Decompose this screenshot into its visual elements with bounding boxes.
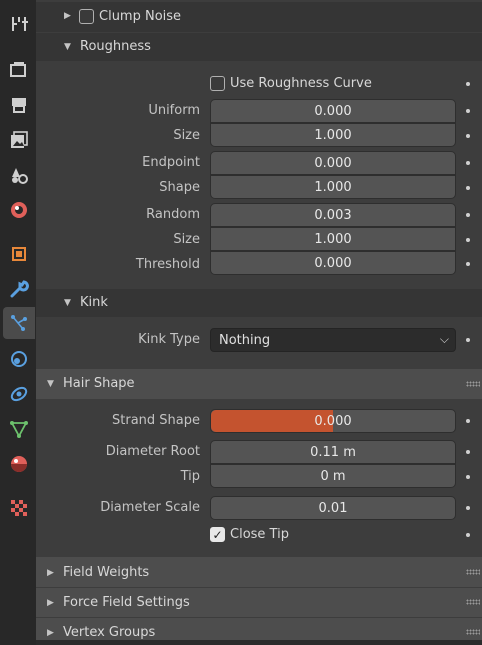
render-icon[interactable] [3, 53, 35, 85]
keyframe-dot-icon[interactable] [466, 186, 470, 190]
constraints-icon[interactable] [3, 378, 35, 410]
diameter-scale-field[interactable]: 0.01 [210, 496, 456, 520]
keyframe-dot-icon[interactable] [466, 262, 470, 266]
properties-panel [36, 0, 482, 645]
keyframe-dot-icon[interactable] [466, 533, 470, 537]
endpoint-field[interactable]: 0.000 [210, 151, 456, 175]
uniform-size-label: Size [173, 128, 200, 143]
uniform-field[interactable]: 0.000 [210, 99, 456, 123]
keyframe-dot-icon[interactable] [466, 450, 470, 454]
random-size-field[interactable]: 1.000 [210, 227, 456, 251]
threshold-value: 0.000 [314, 255, 352, 271]
tip-field[interactable]: 0 m [210, 464, 456, 488]
roughness-title: Roughness [80, 39, 151, 54]
clump-noise-label: Clump Noise [99, 9, 182, 24]
keyframe-dot-icon[interactable] [466, 506, 470, 510]
vertex-groups-title: Vertex Groups [63, 625, 156, 640]
collapse-arrow-icon[interactable]: ▼ [47, 379, 54, 389]
drag-handle-icon[interactable] [466, 381, 480, 387]
use-roughness-curve-label: Use Roughness Curve [230, 76, 372, 91]
use-roughness-curve-checkbox[interactable] [210, 76, 225, 91]
random-value: 0.003 [314, 207, 352, 223]
keyframe-dot-icon[interactable] [466, 475, 470, 479]
view-layer-icon[interactable] [3, 124, 35, 156]
strand-shape-label: Strand Shape [112, 413, 200, 428]
chevron-down-icon: ⌵ [439, 332, 449, 346]
kink-type-dropdown[interactable]: Nothing ⌵ [210, 328, 456, 352]
keyframe-dot-icon[interactable] [466, 238, 470, 242]
collapse-arrow-icon[interactable]: ▼ [64, 298, 71, 308]
drag-handle-icon[interactable] [466, 599, 480, 605]
shape-field[interactable]: 1.000 [210, 175, 456, 199]
collapse-arrow-icon[interactable]: ▼ [64, 42, 71, 52]
kink-type-label: Kink Type [138, 332, 200, 347]
tool-icon[interactable] [3, 8, 35, 40]
uniform-size-value: 1.000 [314, 127, 352, 143]
keyframe-dot-icon[interactable] [466, 82, 470, 86]
random-size-label: Size [173, 232, 200, 247]
expand-arrow-icon[interactable]: ▶ [47, 568, 54, 578]
drag-handle-icon[interactable] [466, 569, 480, 575]
diameter-root-value: 0.11 m [310, 444, 356, 460]
random-field[interactable]: 0.003 [210, 203, 456, 227]
kink-title: Kink [80, 295, 108, 310]
modifier-icon[interactable] [3, 273, 35, 305]
physics-icon[interactable] [3, 343, 35, 375]
expand-arrow-icon[interactable]: ▶ [64, 11, 71, 21]
diameter-scale-value: 0.01 [318, 500, 348, 516]
random-label: Random [146, 207, 200, 222]
uniform-size-field[interactable]: 1.000 [210, 123, 456, 147]
output-icon[interactable] [3, 89, 35, 121]
keyframe-dot-icon[interactable] [466, 134, 470, 138]
strand-shape-value: 0.000 [314, 413, 352, 429]
diameter-scale-label: Diameter Scale [100, 500, 200, 515]
clump-noise-checkbox[interactable] [79, 9, 94, 24]
random-size-value: 1.000 [314, 231, 352, 247]
object-icon[interactable] [3, 238, 35, 270]
close-tip-label: Close Tip [230, 527, 289, 542]
diameter-root-field[interactable]: 0.11 m [210, 440, 456, 464]
kink-type-value: Nothing [219, 332, 271, 348]
uniform-label: Uniform [148, 103, 200, 118]
endpoint-label: Endpoint [142, 155, 200, 170]
data-icon[interactable] [3, 413, 35, 445]
keyframe-dot-icon[interactable] [466, 419, 470, 423]
tip-label: Tip [180, 469, 200, 484]
shape-value: 1.000 [314, 179, 352, 195]
material-icon[interactable] [3, 448, 35, 480]
panel-bottom-edge [36, 640, 482, 645]
scene-icon[interactable] [3, 159, 35, 191]
endpoint-value: 0.000 [314, 155, 352, 171]
keyframe-dot-icon[interactable] [466, 338, 470, 342]
texture-icon[interactable] [3, 492, 35, 524]
keyframe-dot-icon[interactable] [466, 213, 470, 217]
hair-shape-title: Hair Shape [63, 376, 135, 391]
keyframe-dot-icon[interactable] [466, 161, 470, 165]
drag-handle-icon[interactable] [466, 629, 480, 635]
tip-value: 0 m [320, 468, 346, 484]
close-tip-checkbox[interactable]: ✓ [210, 527, 225, 542]
threshold-field[interactable]: 0.000 [210, 251, 456, 275]
force-field-settings-title: Force Field Settings [63, 595, 190, 610]
field-weights-title: Field Weights [63, 565, 150, 580]
shape-label: Shape [159, 180, 200, 195]
particles-icon[interactable] [3, 307, 35, 339]
world-icon[interactable] [3, 194, 35, 226]
properties-tab-strip [0, 0, 36, 645]
keyframe-dot-icon[interactable] [466, 109, 470, 113]
strand-shape-slider[interactable]: 0.000 [210, 409, 456, 433]
uniform-value: 0.000 [314, 103, 352, 119]
diameter-root-label: Diameter Root [105, 444, 200, 459]
threshold-label: Threshold [135, 257, 200, 272]
expand-arrow-icon[interactable]: ▶ [47, 628, 54, 638]
expand-arrow-icon[interactable]: ▶ [47, 598, 54, 608]
